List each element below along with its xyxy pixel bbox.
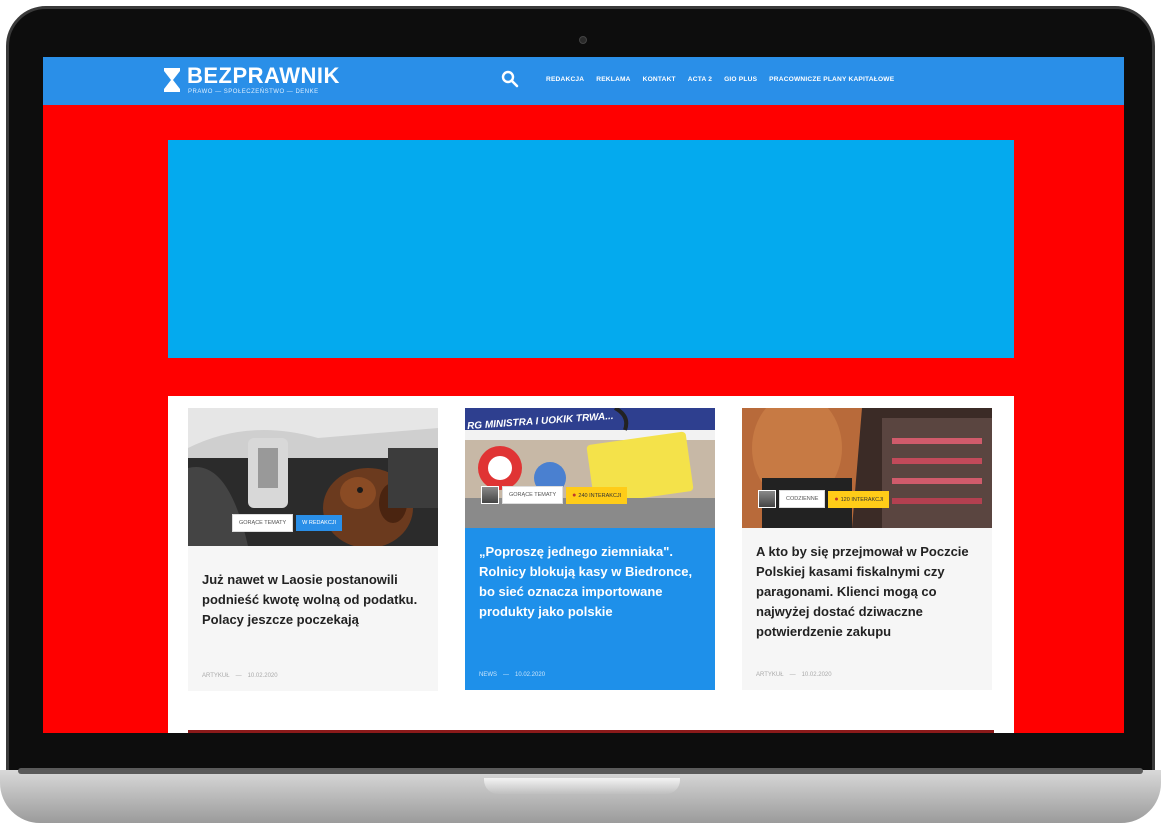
camera-icon bbox=[579, 36, 587, 44]
nav-item-reklama[interactable]: REKLAMA bbox=[596, 76, 630, 83]
badge-editorial[interactable]: W REDAKCJI bbox=[296, 515, 343, 531]
article-category[interactable]: ARTYKUŁ bbox=[756, 672, 784, 678]
article-category[interactable]: ARTYKUŁ bbox=[202, 673, 230, 679]
badge-interactions-label: 240 INTERAKCJI bbox=[578, 492, 622, 499]
card-badges: GORĄCE TEMATY ● 240 INTERAKCJI bbox=[481, 486, 628, 504]
article-thumbnail[interactable]: RG MINISTRA I UOKIK TRWA... GORĄCE TEMAT… bbox=[465, 408, 715, 528]
meta-separator: — bbox=[789, 672, 796, 678]
badge-interactions-label: 120 INTERAKCJI bbox=[840, 496, 884, 503]
logo-name: BEZPRAWNIK bbox=[187, 63, 340, 88]
article-meta: ARTYKUŁ — 10.02.2020 bbox=[756, 672, 832, 678]
fire-icon: ● bbox=[834, 495, 839, 503]
badge-interactions[interactable]: ● 240 INTERAKCJI bbox=[566, 486, 628, 504]
search-icon[interactable] bbox=[501, 70, 519, 88]
hourglass-icon bbox=[163, 67, 181, 93]
article-meta: ARTYKUŁ — 10.02.2020 bbox=[202, 673, 278, 679]
article-category[interactable]: NEWS bbox=[479, 672, 497, 678]
fire-icon: ● bbox=[572, 491, 577, 499]
meta-separator: — bbox=[503, 672, 509, 678]
ad-banner[interactable] bbox=[168, 140, 1014, 358]
article-date: 10.02.2020 bbox=[801, 672, 832, 678]
article-title[interactable]: Już nawet w Laosie postanowili podnieść … bbox=[202, 570, 428, 630]
card-badges: GORĄCE TEMATY W REDAKCJI bbox=[232, 514, 343, 532]
article-meta: NEWS — 10.02.2020 bbox=[479, 672, 545, 678]
laptop-hinge bbox=[18, 768, 1143, 774]
article-date: 10.02.2020 bbox=[247, 673, 278, 679]
article-body: „Poproszę jednego ziemniaka". Rolnicy bl… bbox=[465, 528, 715, 690]
card-badges: CODZIENNE ● 120 INTERAKCJI bbox=[758, 490, 890, 508]
site-header: BEZPRAWNIK PRAWO — SPOŁECZEŃSTWO — DENKE… bbox=[43, 57, 1124, 105]
article-grid: GORĄCE TEMATY W REDAKCJI Już nawet w Lao… bbox=[168, 396, 1014, 733]
article-title[interactable]: „Poproszę jednego ziemniaka". Rolnicy bl… bbox=[479, 542, 705, 622]
article-title[interactable]: A kto by się przejmował w Poczcie Polski… bbox=[756, 542, 982, 642]
laptop-notch bbox=[484, 778, 680, 794]
screen: BEZPRAWNIK PRAWO — SPOŁECZEŃSTWO — DENKE… bbox=[43, 57, 1124, 733]
badge-interactions[interactable]: ● 120 INTERAKCJI bbox=[828, 490, 890, 508]
article-date: 10.02.2020 bbox=[515, 672, 546, 678]
article-body: A kto by się przejmował w Poczcie Polski… bbox=[742, 528, 992, 690]
badge-hot-topics[interactable]: GORĄCE TEMATY bbox=[232, 514, 294, 532]
main-nav: REDAKCJA REKLAMA KONTAKT ACTA 2 GIO PLUS… bbox=[546, 76, 894, 83]
nav-item-kontakt[interactable]: KONTAKT bbox=[643, 76, 676, 83]
meta-separator: — bbox=[235, 673, 242, 679]
nav-item-acta[interactable]: ACTA 2 bbox=[688, 76, 712, 83]
article-thumbnail[interactable]: GORĄCE TEMATY W REDAKCJI bbox=[188, 408, 438, 546]
logo-tagline: PRAWO — SPOŁECZEŃSTWO — DENKE bbox=[188, 89, 319, 95]
author-avatar[interactable] bbox=[481, 486, 499, 504]
next-section-edge bbox=[188, 730, 994, 733]
nav-item-redakcja[interactable]: REDAKCJA bbox=[546, 76, 584, 83]
author-avatar[interactable] bbox=[758, 490, 776, 508]
laptop-frame: BEZPRAWNIK PRAWO — SPOŁECZEŃSTWO — DENKE… bbox=[0, 0, 1161, 823]
nav-item-ppk[interactable]: PRACOWNICZE PLANY KAPITAŁOWE bbox=[769, 76, 894, 83]
article-thumbnail[interactable]: CODZIENNE ● 120 INTERAKCJI bbox=[742, 408, 992, 528]
badge-daily[interactable]: CODZIENNE bbox=[779, 490, 826, 508]
nav-item-gio-plus[interactable]: GIO PLUS bbox=[724, 76, 757, 83]
article-body: Już nawet w Laosie postanowili podnieść … bbox=[188, 546, 438, 691]
badge-hot-topics[interactable]: GORĄCE TEMATY bbox=[502, 486, 564, 504]
